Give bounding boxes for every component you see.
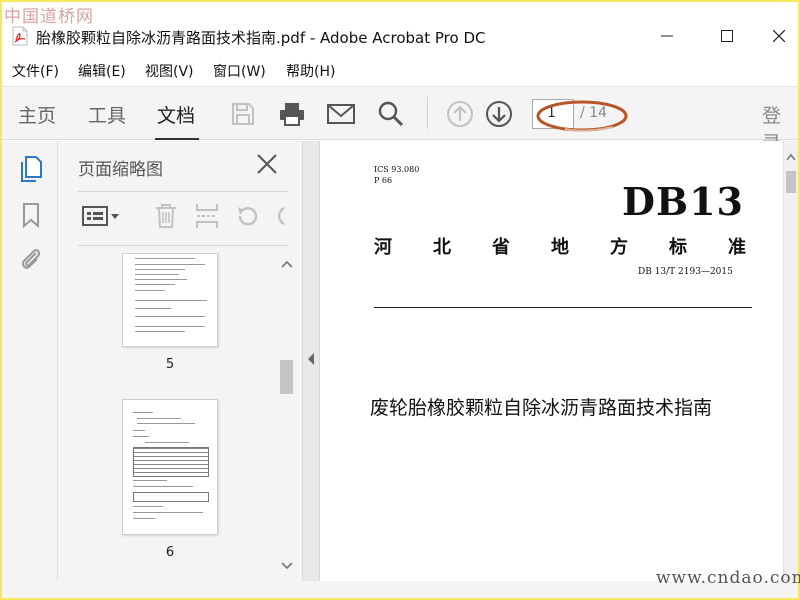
menu-window[interactable]: 窗口(W)	[213, 61, 266, 81]
doc-ics: ICS 93.080	[374, 165, 420, 174]
doc-province-char: 河	[374, 237, 392, 258]
panel-splitter[interactable]	[302, 141, 320, 581]
page-thumbnails-panel: 页面缩略图 5 6	[58, 141, 302, 581]
close-panel-icon[interactable]	[254, 151, 280, 177]
page-up-button[interactable]	[443, 97, 477, 131]
tab-home[interactable]: 主页	[18, 101, 56, 128]
doc-province-char: 省	[492, 237, 510, 258]
doc-province-char: 准	[728, 237, 746, 258]
delete-icon	[156, 204, 176, 228]
doc-p-code: P 66	[374, 176, 393, 185]
minimize-icon	[661, 35, 673, 37]
doc-province-line: 河 北 省 地 方 标 准	[374, 233, 746, 259]
main-toolbar: 主页 工具 文档 1 / 14 登	[2, 86, 798, 154]
page-thumbnails-icon[interactable]	[18, 155, 44, 183]
thumbnail-label-5: 5	[165, 357, 175, 372]
close-window-button[interactable]	[754, 20, 798, 52]
attachment-icon[interactable]	[18, 245, 44, 273]
email-button[interactable]	[324, 97, 358, 131]
rotate-left-icon	[238, 207, 258, 226]
insert-page-button[interactable]	[192, 201, 222, 231]
maximize-icon	[721, 30, 733, 42]
bookmark-icon[interactable]	[18, 201, 44, 229]
active-tab-indicator	[155, 138, 199, 140]
rotate-right-icon	[277, 206, 285, 226]
print-icon	[280, 103, 304, 126]
title-bar: 中国道桥网 胎橡胶颗粒自除冰沥青路面技术指南.pdf - Adobe Acrob…	[2, 2, 798, 56]
thumbnail-page-6[interactable]	[122, 399, 218, 535]
email-icon	[327, 104, 355, 124]
print-button[interactable]	[275, 97, 309, 131]
thumbnail-table-1	[133, 447, 209, 477]
document-scrollbar-thumb[interactable]	[786, 171, 796, 193]
page-down-icon	[486, 101, 512, 127]
document-page-view: ICS 93.080 P 66 DB13 河 北 省 地 方 标 准 DB 13…	[320, 141, 783, 581]
doc-standard-number: DB 13/T 2193—2015	[638, 267, 733, 277]
options-menu-icon	[82, 206, 119, 226]
panel-divider-2	[78, 245, 288, 246]
menu-edit[interactable]: 编辑(E)	[78, 61, 126, 81]
search-icon	[378, 101, 404, 127]
watermark-top-left: 中国道桥网	[4, 7, 94, 27]
rotate-left-button[interactable]	[232, 201, 262, 231]
doc-main-heading: 废轮胎橡胶颗粒自除冰沥青路面技术指南	[370, 397, 713, 419]
save-button[interactable]	[226, 97, 260, 131]
doc-province-char: 标	[669, 237, 687, 258]
thumbnail-page-5[interactable]	[122, 253, 218, 347]
save-icon	[232, 103, 254, 125]
thumbnail-table-2	[133, 492, 209, 502]
doc-province-char: 北	[433, 237, 451, 258]
panel-title: 页面缩略图	[78, 160, 163, 180]
search-button[interactable]	[374, 97, 408, 131]
thumbnails-list: 5 6	[80, 253, 274, 581]
maximize-button[interactable]	[702, 20, 752, 52]
doc-province-char: 地	[551, 237, 569, 258]
pdf-file-icon	[12, 26, 28, 46]
menu-view[interactable]: 视图(V)	[145, 61, 194, 81]
left-navigation-rail	[2, 141, 58, 581]
tab-tools[interactable]: 工具	[88, 101, 126, 128]
doc-horizontal-rule	[374, 307, 752, 308]
thumbnail-label-6: 6	[165, 545, 175, 560]
window-title: 胎橡胶颗粒自除冰沥青路面技术指南.pdf - Adobe Acrobat Pro…	[36, 29, 486, 47]
tab-document[interactable]: 文档	[157, 101, 195, 128]
thumbnail-scrollbar-thumb[interactable]	[280, 360, 293, 394]
scroll-up-icon[interactable]	[786, 153, 796, 161]
doc-db-title: DB13	[622, 179, 744, 224]
document-scrollbar[interactable]	[783, 141, 798, 581]
insert-page-icon	[196, 204, 218, 228]
toolbar-separator	[427, 97, 428, 129]
options-menu-button[interactable]	[80, 201, 122, 231]
menu-file[interactable]: 文件(F)	[12, 61, 59, 81]
minimize-button[interactable]	[642, 20, 692, 52]
doc-province-char: 方	[610, 237, 628, 258]
page-down-button[interactable]	[482, 97, 516, 131]
rotate-right-button[interactable]	[270, 201, 288, 231]
menu-bar: 文件(F) 编辑(E) 视图(V) 窗口(W) 帮助(H)	[2, 58, 798, 84]
page-up-icon	[447, 101, 473, 127]
app-window: 中国道桥网 胎橡胶颗粒自除冰沥青路面技术指南.pdf - Adobe Acrob…	[2, 2, 798, 598]
close-icon	[773, 30, 785, 42]
menu-help[interactable]: 帮助(H)	[286, 61, 335, 81]
delete-page-button[interactable]	[150, 201, 182, 231]
thumbnail-scroll-down-icon[interactable]	[280, 561, 294, 571]
watermark-bottom-right: www.cndao.com	[656, 568, 800, 588]
collapse-panel-arrow-icon[interactable]	[307, 353, 315, 365]
panel-divider	[78, 191, 288, 192]
highlight-ellipse	[536, 100, 628, 132]
thumbnail-scroll-up-icon[interactable]	[280, 259, 294, 269]
